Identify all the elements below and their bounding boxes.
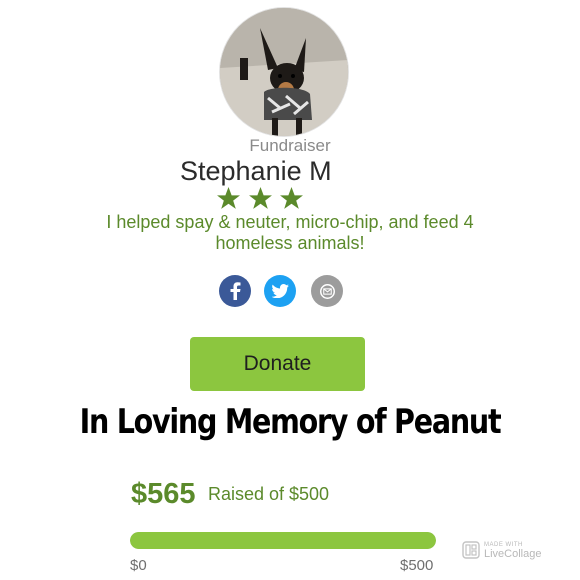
progress-min-label: $0 (130, 557, 147, 574)
livecollage-watermark: MADE WITH LiveCollage (462, 541, 542, 560)
star-icon (217, 187, 241, 209)
progress-max-label: $500 (400, 557, 434, 574)
twitter-icon (271, 284, 289, 298)
livecollage-logo-icon (462, 541, 480, 559)
dog-photo (220, 8, 348, 136)
progress-bar (130, 532, 436, 549)
goal-text: Raised of $500 (207, 484, 330, 504)
memorial-title: In Loving Memory of Peanut (79, 402, 502, 442)
fundraiser-name: Stephanie M (180, 156, 332, 186)
email-share-button[interactable] (311, 275, 343, 307)
progress-fill (130, 532, 436, 549)
fundraiser-role: Fundraiser (249, 136, 331, 155)
star-icon (248, 187, 272, 209)
twitter-share-button[interactable] (264, 275, 296, 307)
star-icon (279, 187, 303, 209)
achievement-text: I helped spay & neuter, micro-chip, and … (106, 212, 474, 253)
donate-button[interactable]: Donate (190, 337, 365, 391)
raised-amount: $565 (131, 478, 196, 510)
raised-summary: $565 Raised of $500 (131, 478, 329, 511)
facebook-icon (230, 282, 241, 300)
watermark-line-2: LiveCollage (484, 548, 542, 560)
fundraiser-avatar (220, 8, 348, 136)
email-icon (319, 283, 335, 299)
facebook-share-button[interactable] (219, 275, 251, 307)
